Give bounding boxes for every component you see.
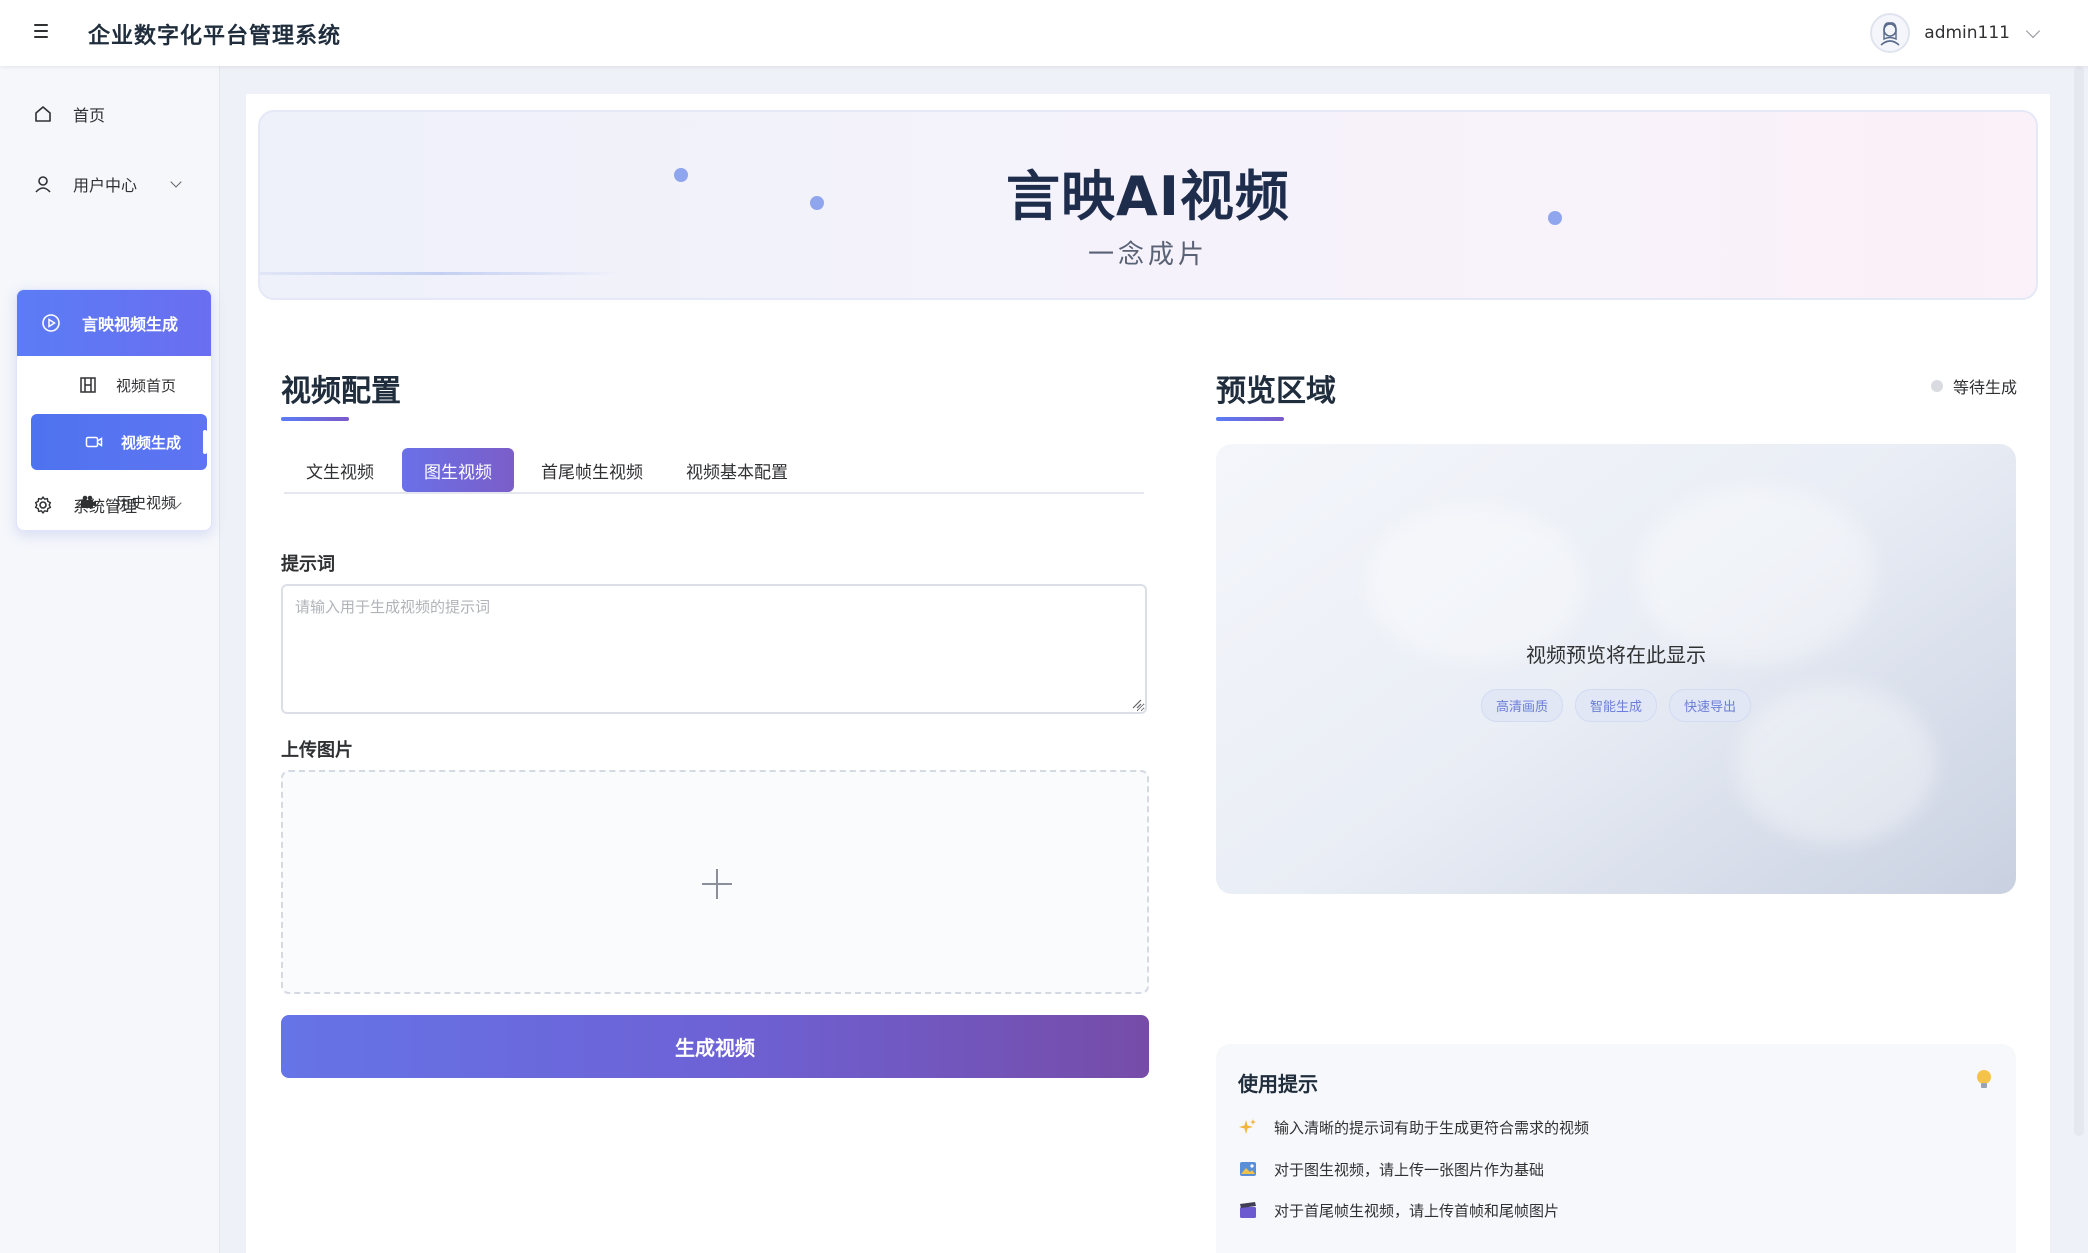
config-title: 视频配置	[281, 374, 401, 409]
chip-smart: 智能生成	[1574, 689, 1657, 722]
main-content: 言映AI视频 一念成片 视频配置 文生视频 图生视频 首尾帧生视频 视频基本配置…	[246, 94, 2050, 1253]
submenu-video-generation[interactable]: 言映视频生成	[17, 290, 211, 356]
app-title: 企业数字化平台管理系统	[88, 24, 342, 49]
sidebar-item-label: 用户中心	[73, 176, 138, 195]
sidebar-item-label: 首页	[73, 106, 106, 125]
sidebar-item-home[interactable]: 首页	[0, 88, 220, 140]
tip-text: 对于首尾帧生视频，请上传首帧和尾帧图片	[1274, 1201, 1560, 1220]
prompt-label: 提示词	[281, 554, 335, 575]
video-preview: 视频预览将在此显示 高清画质 智能生成 快速导出	[1216, 444, 2016, 894]
submenu-label: 言映视频生成	[82, 315, 179, 334]
submenu-item-label: 视频生成	[121, 433, 182, 452]
picture-icon	[1238, 1159, 1258, 1179]
play-circle-icon	[41, 313, 61, 333]
banner-subtitle: 一念成片	[1087, 240, 1208, 270]
tab-basic-config[interactable]: 视频基本配置	[664, 448, 810, 492]
tip-text: 对于图生视频，请上传一张图片作为基础	[1274, 1160, 1545, 1179]
gear-icon	[33, 495, 53, 515]
sparkle-icon	[1238, 1117, 1258, 1137]
top-header: 企业数字化平台管理系统 admin111	[0, 0, 2088, 66]
tip-item: 对于首尾帧生视频，请上传首帧和尾帧图片	[1238, 1195, 1559, 1225]
feature-chips: 高清画质 智能生成 快速导出	[1216, 689, 2016, 722]
sidebar: 首页 用户中心 言映视频生成 视频首页 视频生成 历史视频 系统管理	[0, 66, 220, 1253]
user-menu[interactable]: admin111	[1870, 10, 2041, 56]
tip-text: 输入清晰的提示词有助于生成更符合需求的视频	[1274, 1118, 1590, 1137]
avatar	[1870, 13, 1911, 53]
upload-label: 上传图片	[281, 740, 353, 761]
sidebar-item-label: 系统管理	[73, 497, 138, 516]
sidebar-item-system[interactable]: 系统管理	[0, 479, 220, 531]
submenu-item-video-generate[interactable]: 视频生成	[31, 414, 207, 470]
film-icon	[79, 376, 97, 394]
submenu-item-video-home[interactable]: 视频首页	[17, 357, 211, 413]
title-underline	[281, 417, 349, 421]
prompt-input[interactable]	[281, 584, 1147, 714]
tip-item: 输入清晰的提示词有助于生成更符合需求的视频	[1238, 1112, 1589, 1142]
hero-banner: 言映AI视频 一念成片	[258, 110, 2038, 300]
chevron-down-icon	[170, 497, 182, 509]
preview-placeholder: 视频预览将在此显示	[1526, 643, 1706, 667]
home-icon	[33, 104, 53, 124]
submenu-item-label: 视频首页	[116, 376, 177, 395]
lightbulb-icon	[1977, 1070, 1991, 1088]
status-badge: 等待生成	[1931, 374, 2017, 398]
decor-line	[260, 272, 620, 275]
status-text: 等待生成	[1953, 378, 2018, 397]
tip-item: 对于图生视频，请上传一张图片作为基础	[1238, 1154, 1544, 1184]
image-upload-area[interactable]	[281, 770, 1149, 994]
sidebar-item-user-center[interactable]: 用户中心	[0, 158, 220, 210]
tips-title: 使用提示	[1238, 1072, 1318, 1096]
preview-title: 预览区域	[1216, 374, 1336, 409]
active-indicator	[203, 430, 207, 454]
decor-blob	[1636, 484, 1876, 664]
resize-handle-icon[interactable]	[1132, 699, 1142, 709]
tab-text-to-video[interactable]: 文生视频	[284, 448, 396, 492]
chevron-down-icon	[170, 176, 182, 188]
banner-title: 言映AI视频	[1006, 165, 1290, 228]
title-underline	[1216, 417, 1284, 421]
user-icon	[33, 174, 53, 194]
chip-hd: 高清画质	[1480, 689, 1563, 722]
config-tabs: 文生视频 图生视频 首尾帧生视频 视频基本配置	[284, 448, 1144, 494]
tips-card: 使用提示 输入清晰的提示词有助于生成更符合需求的视频 对于图生视频，请上传一张图…	[1216, 1044, 2016, 1253]
username: admin111	[1924, 23, 2010, 43]
menu-toggle-icon[interactable]	[30, 20, 52, 42]
tab-frames-to-video[interactable]: 首尾帧生视频	[519, 448, 665, 492]
clapper-icon	[1238, 1200, 1258, 1220]
status-dot-icon	[1931, 380, 1943, 392]
plus-icon	[702, 869, 732, 899]
generate-video-button[interactable]: 生成视频	[281, 1015, 1149, 1078]
scrollbar[interactable]	[2074, 66, 2084, 1136]
chip-export: 快速导出	[1669, 689, 1752, 722]
video-camera-icon	[85, 433, 103, 451]
tab-image-to-video[interactable]: 图生视频	[402, 448, 514, 492]
chevron-down-icon	[2025, 23, 2041, 38]
